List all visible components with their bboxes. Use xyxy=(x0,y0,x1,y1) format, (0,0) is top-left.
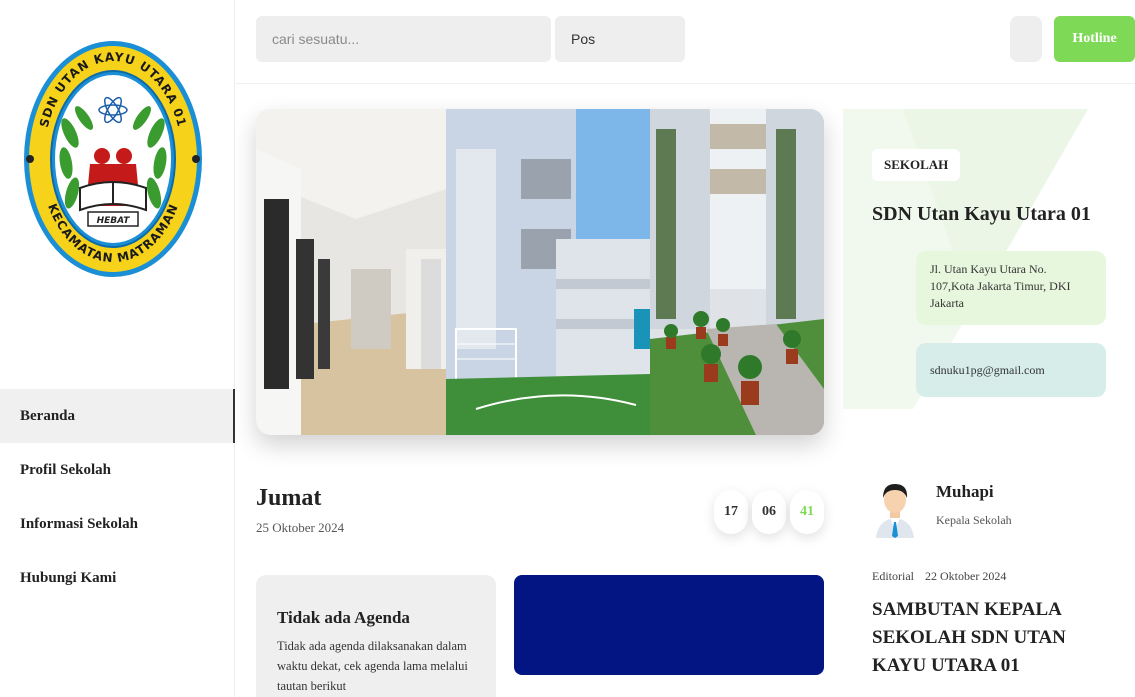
news-category[interactable]: Editorial xyxy=(872,569,914,583)
hotline-button[interactable]: Hotline xyxy=(1054,16,1135,62)
sidebar-item-beranda[interactable]: Beranda xyxy=(0,389,235,443)
sidebar-item-hubungi-kami[interactable]: Hubungi Kami xyxy=(0,551,235,605)
sidebar-item-informasi-sekolah[interactable]: Informasi Sekolah xyxy=(0,497,235,551)
agenda-title: Tidak ada Agenda xyxy=(277,608,410,627)
news-title-link[interactable]: SAMBUTAN KEPALA SEKOLAH SDN UTAN KAYU UT… xyxy=(872,596,1122,680)
theme-toggle-button[interactable] xyxy=(1010,16,1042,62)
school-name: SDN Utan Kayu Utara 01 xyxy=(872,203,1091,225)
current-day: Jumat xyxy=(256,485,322,511)
search-icon[interactable] xyxy=(693,28,715,50)
school-logo-emblem-icon: HEBAT SDN UTAN KAYU UTARA 01 KECAMATAN M… xyxy=(24,41,202,277)
clock-minutes: 06 xyxy=(752,490,786,534)
search-input[interactable] xyxy=(256,16,551,62)
featured-banner[interactable] xyxy=(514,575,824,675)
school-photo-collage xyxy=(256,109,824,435)
email-row: sdnuku1pg@gmail.com xyxy=(872,343,1106,397)
address-text: Jl. Utan Kayu Utara No. 107,Kota Jakarta… xyxy=(916,251,1106,325)
school-logo[interactable]: HEBAT SDN UTAN KAYU UTARA 01 KECAMATAN M… xyxy=(22,38,204,280)
sidebar-nav: Beranda Profil Sekolah Informasi Sekolah… xyxy=(0,389,235,605)
current-date: 25 Oktober 2024 xyxy=(256,520,345,535)
post-type-select[interactable]: Pos xyxy=(555,16,685,62)
clock-seconds: 41 xyxy=(790,490,824,534)
hero-image-carousel[interactable] xyxy=(256,109,824,435)
svg-text:HEBAT: HEBAT xyxy=(97,216,131,226)
person-avatar-icon xyxy=(876,484,914,538)
sidebar: HEBAT SDN UTAN KAYU UTARA 01 KECAMATAN M… xyxy=(0,0,235,697)
category-badge: SEKOLAH xyxy=(872,149,961,181)
sidebar-item-profil-sekolah[interactable]: Profil Sekolah xyxy=(0,443,235,497)
agenda-card: Tidak ada Agenda Tidak ada agenda dilaks… xyxy=(256,575,496,697)
address-row: Jl. Utan Kayu Utara No. 107,Kota Jakarta… xyxy=(872,251,1106,325)
agenda-description: Tidak ada agenda dilaksanakan dalam wakt… xyxy=(277,639,468,693)
news-meta: Editorial 22 Oktober 2024 xyxy=(872,569,1006,584)
school-info-card: SEKOLAH SDN Utan Kayu Utara 01 Jl. Utan … xyxy=(843,109,1135,409)
email-link[interactable]: sdnuku1pg@gmail.com xyxy=(916,343,1106,397)
news-date: 22 Oktober 2024 xyxy=(925,569,1007,583)
top-bar: Pos Hotline xyxy=(235,0,1135,84)
principal-role: Kepala Sekolah xyxy=(936,513,1012,527)
principal-name: Muhapi xyxy=(936,482,994,501)
clock-hours: 17 xyxy=(714,490,748,534)
principal-avatar xyxy=(872,480,918,538)
